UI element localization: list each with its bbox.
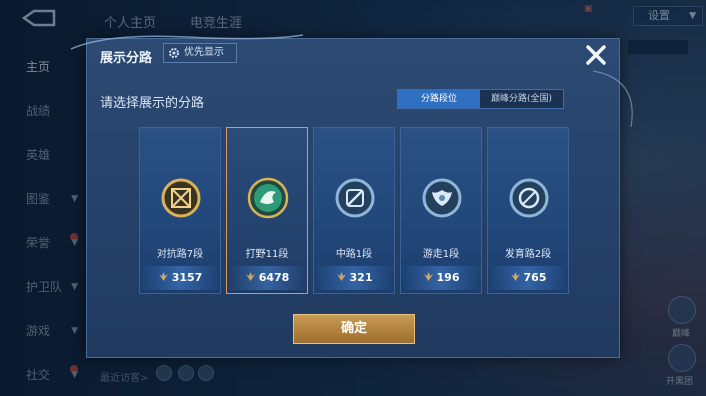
close-icon[interactable] [583, 42, 609, 68]
lane-points-value: 765 [523, 271, 547, 284]
lane-points-value: 3157 [171, 271, 203, 284]
bow-icon [509, 178, 549, 218]
lane-points-value: 196 [436, 271, 460, 284]
points-icon [423, 272, 433, 281]
dialog-title: 展示分路 [100, 51, 153, 66]
lane-rank-label: 对抗路7段 [156, 249, 204, 260]
points-icon [510, 272, 520, 281]
lane-rank-label: 发育路2段 [504, 249, 552, 260]
gear-icon [169, 48, 179, 58]
decorative-swoosh [592, 70, 633, 128]
lane-mode-toggle: 分路段位 巅峰分路(全国) [397, 89, 564, 109]
priority-display-label: 优先显示 [184, 47, 224, 58]
wings-icon [422, 178, 462, 218]
lane-card-mid[interactable]: 中路1段 321 [313, 127, 395, 294]
lane-rank-label: 打野11段 [245, 249, 289, 260]
points-icon [336, 272, 346, 281]
select-lane-prompt: 请选择展示的分路 [100, 96, 205, 111]
lane-card-jungle[interactable]: 打野11段 6478 [226, 127, 308, 294]
lane-points: 196 [401, 266, 481, 290]
lane-points-value: 6478 [258, 271, 290, 284]
priority-display-button[interactable]: 优先显示 [163, 43, 237, 63]
lane-rank-label: 游走1段 [422, 249, 460, 260]
confirm-button[interactable]: 确定 [293, 314, 415, 344]
lane-card-farm[interactable]: 发育路2段 765 [487, 127, 569, 294]
points-icon [245, 272, 255, 281]
lane-card-top[interactable]: 对抗路7段 3157 [139, 127, 221, 294]
lane-points: 3157 [140, 266, 220, 290]
lane-points: 6478 [227, 266, 307, 290]
points-icon [158, 272, 168, 281]
dragon-icon [247, 177, 289, 219]
staff-icon [335, 178, 375, 218]
lane-card-roam[interactable]: 游走1段 196 [400, 127, 482, 294]
lane-rank-label: 中路1段 [335, 249, 373, 260]
lane-points-value: 321 [349, 271, 373, 284]
sword-shield-icon [161, 178, 201, 218]
display-lane-dialog: 展示分路 优先显示 请选择展示的分路 分路段位 巅峰分路(全国) 对抗路7段 3… [70, 34, 633, 358]
lane-points: 765 [488, 266, 568, 290]
tab-peak-lane-national[interactable]: 巅峰分路(全国) [480, 90, 563, 108]
tab-lane-rank[interactable]: 分路段位 [398, 90, 480, 108]
lane-points: 321 [314, 266, 394, 290]
